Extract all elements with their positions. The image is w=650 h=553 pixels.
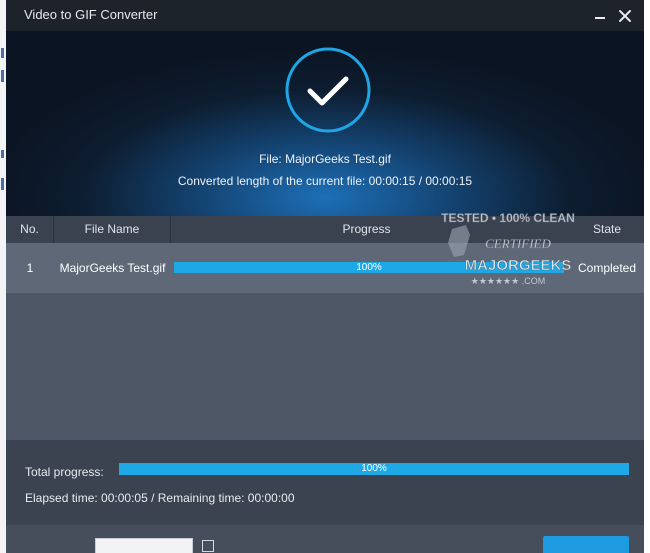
minimize-icon — [595, 17, 605, 19]
background-mark — [1, 150, 4, 158]
title-bar: Video to GIF Converter — [6, 0, 644, 31]
window-title: Video to GIF Converter — [24, 7, 158, 22]
action-button[interactable] — [543, 536, 629, 553]
row-state: Completed — [577, 261, 637, 275]
column-header-file-name[interactable]: File Name — [54, 216, 171, 243]
bottom-toolbar — [6, 525, 644, 553]
total-progress-label: Total progress: — [25, 465, 104, 479]
total-progress-bar: 100% — [119, 463, 629, 475]
converter-window: Video to GIF Converter File: MajorGeeks … — [6, 0, 644, 553]
row-number: 1 — [26, 261, 34, 275]
svg-text:TESTED • 100% CLEAN: TESTED • 100% CLEAN — [441, 211, 575, 225]
elapsed-time-label: Elapsed time: 00:00:05 / Remaining time:… — [25, 491, 295, 505]
background-mark — [1, 48, 4, 58]
background-mark — [1, 70, 4, 82]
svg-text:CERTIFIED: CERTIFIED — [485, 236, 551, 251]
svg-text:MAJORGEEKS: MAJORGEEKS — [465, 257, 572, 274]
column-header-state[interactable]: State — [574, 216, 640, 243]
column-header-no[interactable]: No. — [6, 216, 54, 243]
minimize-button[interactable] — [590, 6, 610, 26]
row-file-name: MajorGeeks Test.gif — [59, 261, 166, 275]
checkmark-circle-icon — [285, 47, 371, 133]
background-mark — [1, 178, 4, 190]
option-checkbox[interactable] — [202, 540, 214, 552]
converted-length-label: Converted length of the current file: 00… — [177, 174, 473, 188]
output-folder-input[interactable] — [95, 538, 193, 553]
file-list-empty-area — [6, 293, 644, 440]
close-button[interactable] — [615, 6, 635, 26]
progress-footer: Total progress: 100% Elapsed time: 00:00… — [6, 440, 644, 525]
current-file-label: File: MajorGeeks Test.gif — [259, 152, 391, 166]
close-icon — [619, 10, 631, 22]
svg-text:★★★★★★ .COM: ★★★★★★ .COM — [471, 276, 545, 286]
status-panel: File: MajorGeeks Test.gif Converted leng… — [6, 31, 644, 216]
watermark-seal: TESTED • 100% CLEAN CERTIFIED MAJORGEEKS… — [441, 211, 575, 286]
